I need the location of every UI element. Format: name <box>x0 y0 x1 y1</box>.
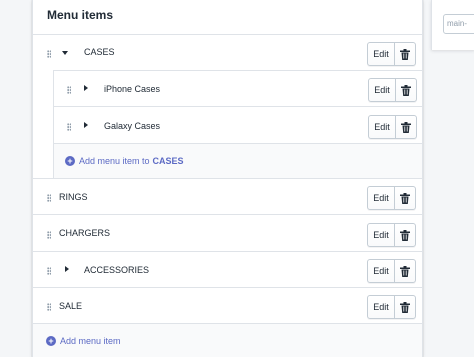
item-actions: Edit <box>368 78 417 102</box>
drag-handle-icon[interactable] <box>67 86 71 94</box>
trash-icon <box>400 48 410 60</box>
item-actions: Edit <box>367 223 416 247</box>
trash-icon <box>400 229 410 241</box>
delete-button[interactable] <box>396 79 416 101</box>
delete-button[interactable] <box>395 43 415 65</box>
delete-button[interactable] <box>395 224 415 246</box>
menu-item-label: Galaxy Cases <box>104 121 161 131</box>
menu-items-card: Menu items CASES Edit iPhone Cases Edit … <box>32 0 423 357</box>
menu-item-cases[interactable]: CASES Edit <box>33 34 422 71</box>
caret-down-icon[interactable] <box>62 51 68 55</box>
drag-handle-icon[interactable] <box>67 123 71 131</box>
trash-icon <box>401 84 411 96</box>
menu-item-iphone-cases[interactable]: iPhone Cases Edit <box>53 70 422 107</box>
add-menu-item-to-cases-link[interactable]: + Add menu item to CASES <box>65 156 184 166</box>
item-actions: Edit <box>367 259 416 283</box>
plus-circle-icon: + <box>46 336 56 346</box>
menu-item-chargers[interactable]: CHARGERS Edit <box>33 214 422 252</box>
menu-item-label: RINGS <box>59 192 88 202</box>
edit-button[interactable]: Edit <box>369 116 396 138</box>
plus-circle-icon: + <box>65 156 75 166</box>
item-actions: Edit <box>367 295 416 319</box>
edit-button[interactable]: Edit <box>368 187 395 209</box>
trash-icon <box>401 121 411 133</box>
menu-item-label: CHARGERS <box>59 228 111 238</box>
item-actions: Edit <box>367 42 416 66</box>
item-actions: Edit <box>368 115 417 139</box>
drag-handle-icon[interactable] <box>47 231 51 239</box>
handle-input[interactable]: main- <box>443 14 474 34</box>
caret-right-icon[interactable] <box>65 266 69 272</box>
add-child-prefix: Add menu item to <box>79 156 150 166</box>
menu-item-galaxy-cases[interactable]: Galaxy Cases Edit <box>53 106 422 144</box>
menu-item-sale[interactable]: SALE Edit <box>33 287 422 324</box>
add-menu-item-link[interactable]: + Add menu item <box>46 336 121 346</box>
menu-item-label: iPhone Cases <box>104 84 161 94</box>
drag-handle-icon[interactable] <box>47 50 51 58</box>
delete-button[interactable] <box>396 116 416 138</box>
caret-right-icon[interactable] <box>84 85 88 91</box>
add-menu-item-label: Add menu item <box>60 336 121 346</box>
card-title: Menu items <box>47 8 114 22</box>
delete-button[interactable] <box>395 187 415 209</box>
edit-button[interactable]: Edit <box>368 224 395 246</box>
add-root-row: + Add menu item <box>33 323 422 357</box>
edit-button[interactable]: Edit <box>368 260 395 282</box>
menu-item-label: SALE <box>59 301 83 311</box>
drag-handle-icon[interactable] <box>47 303 51 311</box>
add-child-target: CASES <box>152 156 184 166</box>
edit-button[interactable]: Edit <box>369 79 396 101</box>
delete-button[interactable] <box>395 296 415 318</box>
trash-icon <box>400 301 410 313</box>
trash-icon <box>400 192 410 204</box>
menu-item-label: CASES <box>84 47 115 57</box>
delete-button[interactable] <box>395 260 415 282</box>
edit-button[interactable]: Edit <box>368 43 395 65</box>
side-panel: main- <box>431 0 474 50</box>
item-actions: Edit <box>367 186 416 210</box>
edit-button[interactable]: Edit <box>368 296 395 318</box>
drag-handle-icon[interactable] <box>47 267 51 275</box>
menu-item-label: ACCESSORIES <box>84 265 150 275</box>
menu-item-accessories[interactable]: ACCESSORIES Edit <box>33 251 422 288</box>
drag-handle-icon[interactable] <box>47 194 51 202</box>
caret-right-icon[interactable] <box>84 122 88 128</box>
menu-item-rings[interactable]: RINGS Edit <box>33 178 422 215</box>
add-child-row: + Add menu item to CASES <box>53 143 422 179</box>
trash-icon <box>400 265 410 277</box>
